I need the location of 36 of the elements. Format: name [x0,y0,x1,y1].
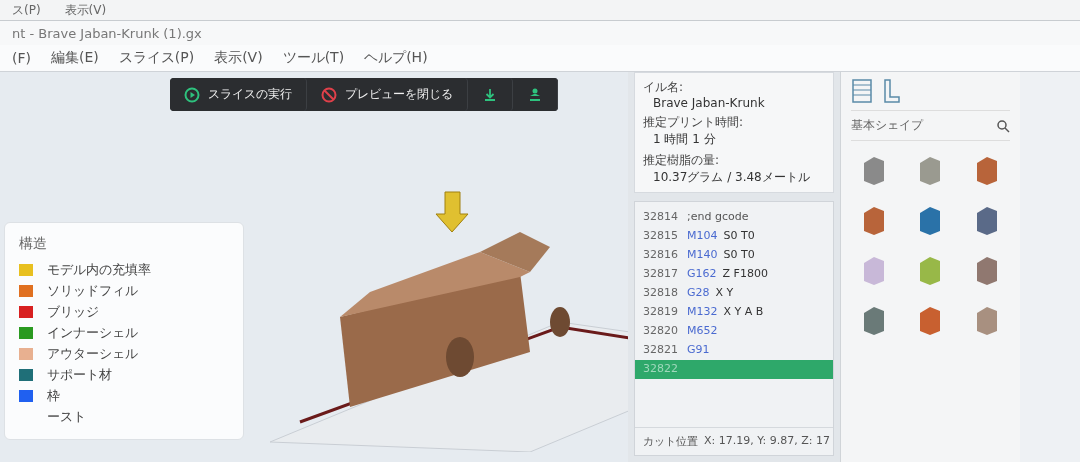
legend-title: 構造 [19,235,48,253]
legend-label: モデル内の充填率 [47,260,151,279]
gcode-line[interactable]: 32820 M652 [635,322,833,341]
gcode-line[interactable]: 32814 ;end gcode [635,208,833,227]
menu-item[interactable]: 表示(V) [214,49,263,67]
gcode-line[interactable]: 32815 M104 S0 T0 [635,227,833,246]
info-label: イル名: [643,79,685,96]
cut-position-label: カット位置 [643,434,698,449]
menu-item[interactable]: スライス(P) [118,49,195,67]
legend-label: ースト [47,407,86,426]
legend-label: サポート材 [47,365,112,384]
info-value: 10.37グラム / 3.48メートル [652,169,811,186]
menu-item[interactable]: (F) [12,50,31,66]
cut-position-value: X: 17.19, Y: 9.87, Z: 17 [704,434,830,449]
menu-item[interactable]: ツール(T) [282,49,345,67]
menu-item[interactable]: ヘルプ(H) [364,49,428,67]
legend-label: アウターシェル [47,344,138,363]
menu-item[interactable]: 表示(V) [64,1,107,19]
gcode-line[interactable]: 32817 G162 Z F1800 [635,265,833,284]
gcode-line[interactable]: 32819 M132 X Y A B [635,303,833,322]
slice-button[interactable]: スライスの実行 [170,78,307,111]
info-value: 1 時間 1 分 [652,131,717,148]
info-value: Brave Jaban-Krunk [652,96,766,110]
menu-item[interactable]: ス(P) [12,1,41,19]
legend-label: ソリッドフィル [47,281,138,300]
info-label: 推定プリント時間: [643,114,745,131]
legend-label: ブリッジ [47,302,99,321]
shape-category-label: 基本シェイプ [851,117,923,134]
legend-label: インナーシェル [47,323,138,342]
window-title: nt - Brave Jaban-Krunk (1).gx [12,25,202,41]
gcode-line[interactable]: 32821 G91 [635,341,833,360]
menu-item[interactable]: 編集(E) [51,49,99,67]
gcode-line[interactable]: 32816 M140 S0 T0 [635,246,833,265]
info-label: 推定樹脂の量: [643,152,721,169]
legend-label: 枠 [47,386,60,405]
gcode-line[interactable]: 32818 G28 X Y [635,284,833,303]
